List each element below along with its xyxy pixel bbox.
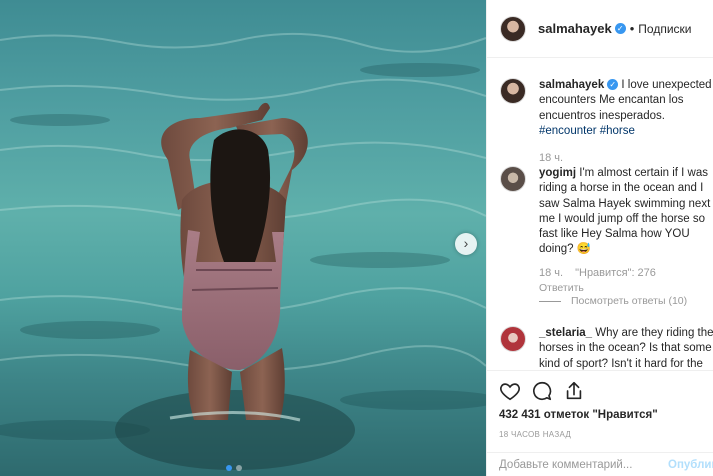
action-bar: 432 431 отметок "Нравится" 18 ЧАСОВ НАЗА… xyxy=(487,370,713,439)
post-sidebar: salmahayek ✓ • Подписки salmahayek ✓ I lo… xyxy=(486,0,713,476)
comment-username[interactable]: _stelaria_ xyxy=(539,327,592,339)
caption-username[interactable]: salmahayek xyxy=(539,79,604,91)
share-icon[interactable] xyxy=(563,380,585,402)
carousel-dot xyxy=(236,465,242,471)
separator: • xyxy=(629,21,635,36)
photo-image xyxy=(0,32,486,470)
comment-text: I'm almost certain if I was riding a hor… xyxy=(539,167,713,256)
post-timestamp: 18 ЧАСОВ НАЗАД xyxy=(499,430,572,439)
author-username[interactable]: salmahayek xyxy=(538,21,612,36)
chevron-right-icon: › xyxy=(463,235,469,251)
like-count[interactable]: "Нравится": 276 xyxy=(575,267,656,279)
following-button[interactable]: Подписки xyxy=(638,22,691,36)
comment-username[interactable]: yogimj xyxy=(539,167,576,179)
list-item: _stelaria_ Why are they riding the horse… xyxy=(500,326,713,370)
like-count[interactable]: 432 431 отметок "Нравится" xyxy=(499,409,704,421)
comment-input[interactable]: Добавьте комментарий... xyxy=(499,459,632,471)
post-header: salmahayek ✓ • Подписки xyxy=(487,0,713,58)
comment-composer: Добавьте комментарий... Опубликовать xyxy=(487,452,713,476)
timestamp: 18 ч. xyxy=(539,152,564,165)
avatar[interactable] xyxy=(500,15,526,42)
avatar[interactable] xyxy=(500,166,526,192)
comments-list[interactable]: salmahayek ✓ I love unexpected encounters… xyxy=(487,58,713,370)
view-replies-button[interactable]: Посмотреть ответы (10) xyxy=(539,295,687,307)
comment-icon[interactable] xyxy=(531,380,553,402)
list-item: yogimj I'm almost certain if I was ridin… xyxy=(500,166,713,296)
carousel-indicator xyxy=(226,465,242,471)
timestamp: 18 ч. xyxy=(539,266,564,279)
verified-icon: ✓ xyxy=(614,23,626,34)
avatar[interactable] xyxy=(500,326,526,352)
avatar[interactable] xyxy=(500,78,526,104)
divider xyxy=(539,300,561,302)
view-replies-label: Посмотреть ответы (10) xyxy=(571,295,688,307)
next-photo-button[interactable]: › xyxy=(455,233,477,255)
caption: salmahayek ✓ I love unexpected encounters… xyxy=(500,78,713,166)
hashtag-link[interactable]: #horse xyxy=(600,125,635,137)
post-comment-button[interactable]: Опубликовать xyxy=(668,459,713,471)
carousel-dot xyxy=(226,465,232,471)
hashtag-link[interactable]: #encounter xyxy=(539,125,597,137)
verified-icon: ✓ xyxy=(607,79,619,90)
post-photo[interactable]: › xyxy=(0,0,486,476)
heart-icon[interactable] xyxy=(499,380,521,402)
